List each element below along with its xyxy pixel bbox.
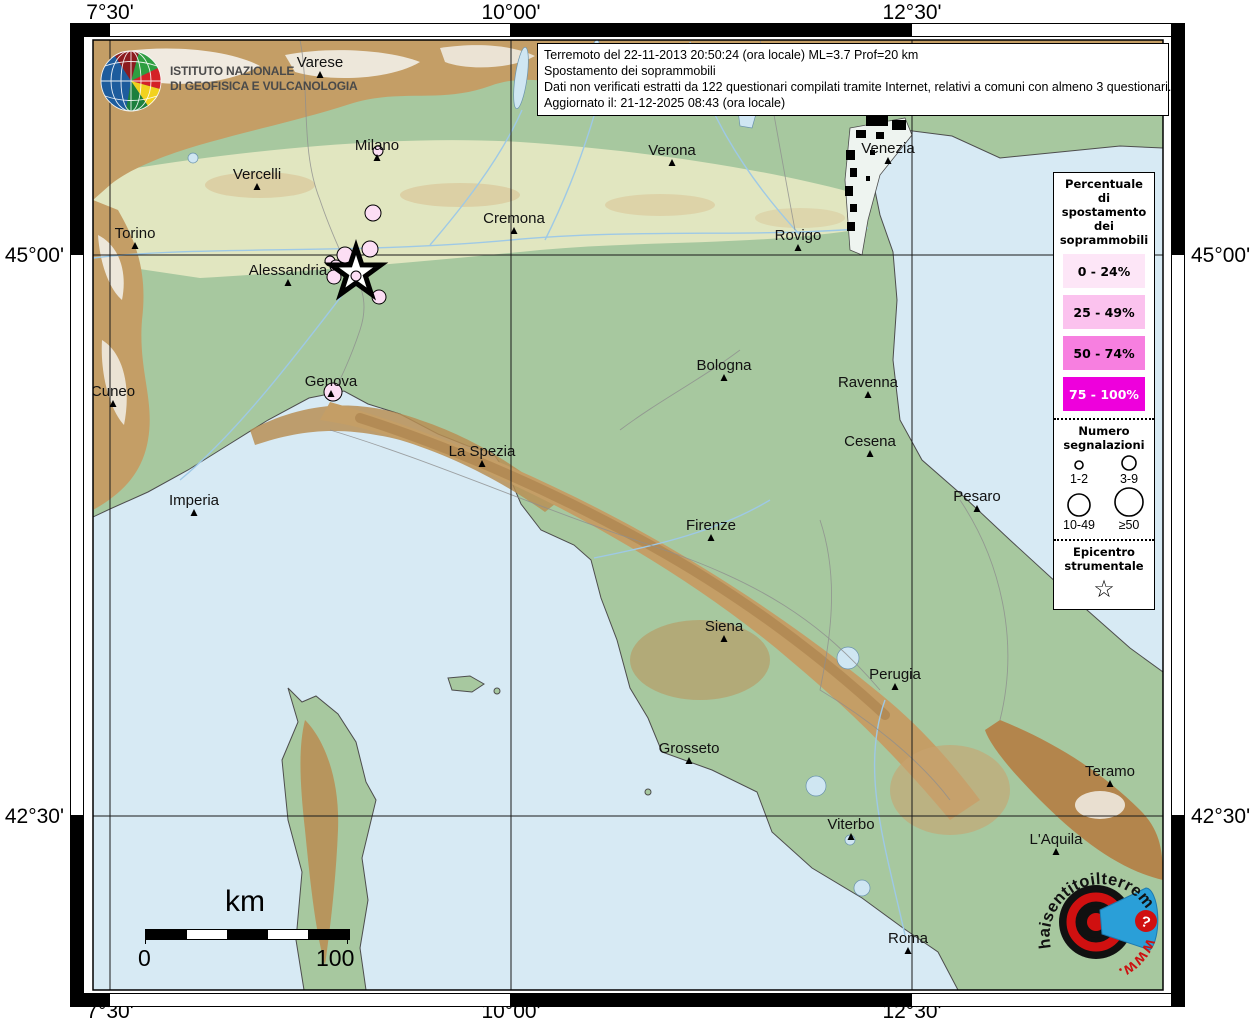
ingv-text-line2: DI GEOFISICA E VULCANOLOGIA <box>170 79 358 93</box>
epicenter-legend-symbol: ☆ <box>1054 577 1154 603</box>
city-label: Rovigo <box>775 227 822 244</box>
city-label: Cremona <box>483 210 545 227</box>
city-label: Ravenna <box>838 374 899 391</box>
city-label: Teramo <box>1085 763 1135 780</box>
legend-count-symbols: 1-2 3-9 10-49 ≥50 <box>1054 452 1154 532</box>
city-label: Varese <box>297 54 343 71</box>
legend-count-title: Numero segnalazioni <box>1054 424 1154 452</box>
legend-swatch-50-74: 50 - 74% <box>1063 336 1145 370</box>
city-label: Venezia <box>861 140 915 157</box>
legend-epicenter-title: Epicentro strumentale <box>1054 545 1154 573</box>
info-line-event: Terremoto del 22-11-2013 20:50:24 (ora l… <box>544 47 1162 63</box>
info-line-updated: Aggiornato il: 21-12-2025 08:43 (ora loc… <box>544 95 1162 111</box>
legend-percent-title: Percentuale di spostamento dei soprammob… <box>1054 177 1154 247</box>
earthquake-info-box: Terremoto del 22-11-2013 20:50:24 (ora l… <box>537 43 1169 116</box>
macroseismic-map-page: 7°30' 10°00' 12°30' 7°30' 10°00' 12°30' … <box>0 0 1255 1024</box>
city-label: Bologna <box>696 357 752 374</box>
city-label: Cuneo <box>91 383 135 400</box>
info-line-effect: Spostamento dei soprammobili <box>544 63 1162 79</box>
city-label: Firenze <box>686 517 736 534</box>
info-line-source: Dati non verificati estratti da 122 ques… <box>544 79 1162 95</box>
city-label: La Spezia <box>449 443 516 460</box>
city-label: Imperia <box>169 492 220 509</box>
legend-swatch-0-24: 0 - 24% <box>1063 254 1145 288</box>
city-label: Vercelli <box>233 166 281 183</box>
city-label: Roma <box>888 930 929 947</box>
city-label: Pesaro <box>953 488 1001 505</box>
city-label: L'Aquila <box>1030 831 1084 848</box>
observation-point <box>362 241 378 257</box>
city-label: Grosseto <box>659 740 720 757</box>
ingv-text-line1: ISTITUTO NAZIONALE <box>170 64 294 78</box>
scale-bar-segments <box>145 929 350 940</box>
scale-start: 0 <box>138 945 151 972</box>
city-label: Genova <box>305 373 358 390</box>
city-label: Torino <box>115 225 156 242</box>
city-label: Verona <box>648 142 696 159</box>
scale-unit: km <box>225 885 265 919</box>
legend-swatch-25-49: 25 - 49% <box>1063 295 1145 329</box>
city-label: Cesena <box>844 433 896 450</box>
observation-point <box>365 205 381 221</box>
scale-end: 100 <box>316 945 354 972</box>
city-label: Viterbo <box>827 816 874 833</box>
legend-swatch-75-100: 75 - 100% <box>1063 377 1145 411</box>
city-label: Milano <box>355 137 399 154</box>
city-label: Perugia <box>869 666 921 683</box>
city-label: Siena <box>705 618 744 635</box>
legend-box: Percentuale di spostamento dei soprammob… <box>1053 172 1155 610</box>
city-label: Alessandria <box>249 262 328 279</box>
